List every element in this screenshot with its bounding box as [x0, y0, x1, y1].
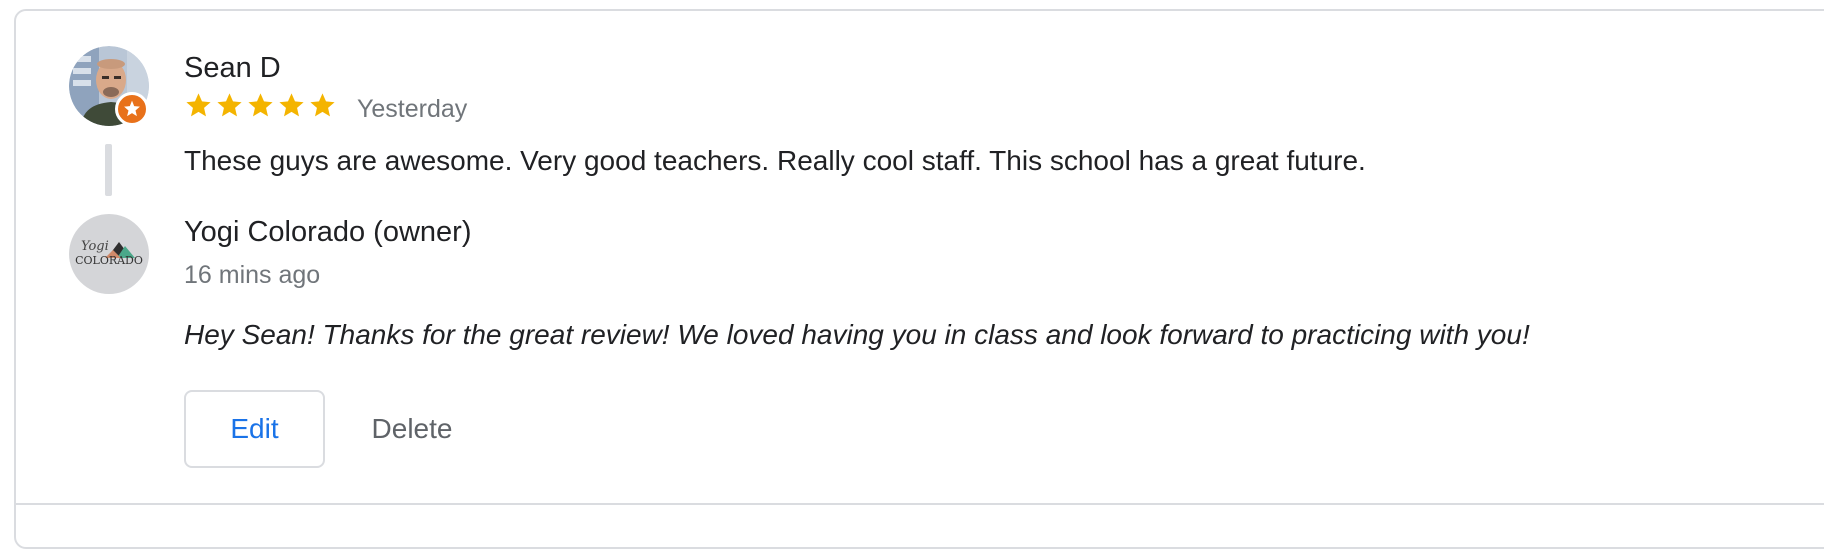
owner-logo: Yogi COLORADO [75, 239, 143, 267]
review-date: Yesterday [357, 95, 468, 123]
star-icon [186, 93, 211, 117]
reply-date: 16 mins ago [184, 261, 321, 289]
reviewer-name[interactable]: Sean D [184, 50, 281, 86]
star-icon [279, 93, 304, 117]
star-icon [217, 93, 242, 117]
owner-avatar: Yogi COLORADO [69, 214, 149, 294]
edit-reply-button[interactable]: Edit [184, 390, 325, 468]
reviewer-avatar[interactable] [69, 46, 149, 126]
owner-logo-script: Yogi [81, 239, 109, 254]
star-icon [310, 93, 335, 117]
delete-reply-button[interactable]: Delete [345, 390, 479, 468]
owner-logo-wordmark: COLORADO [75, 254, 143, 267]
owner-name: Yogi Colorado (owner) [184, 216, 472, 248]
owner-reply-text: Hey Sean! Thanks for the great review! W… [184, 319, 1530, 350]
local-guide-badge-icon [115, 92, 149, 126]
star-rating [184, 91, 337, 120]
review-text: These guys are awesome. Very good teache… [184, 145, 1366, 176]
card-divider [16, 503, 1824, 505]
star-icon [248, 93, 273, 117]
thread-connector-line [105, 144, 112, 196]
